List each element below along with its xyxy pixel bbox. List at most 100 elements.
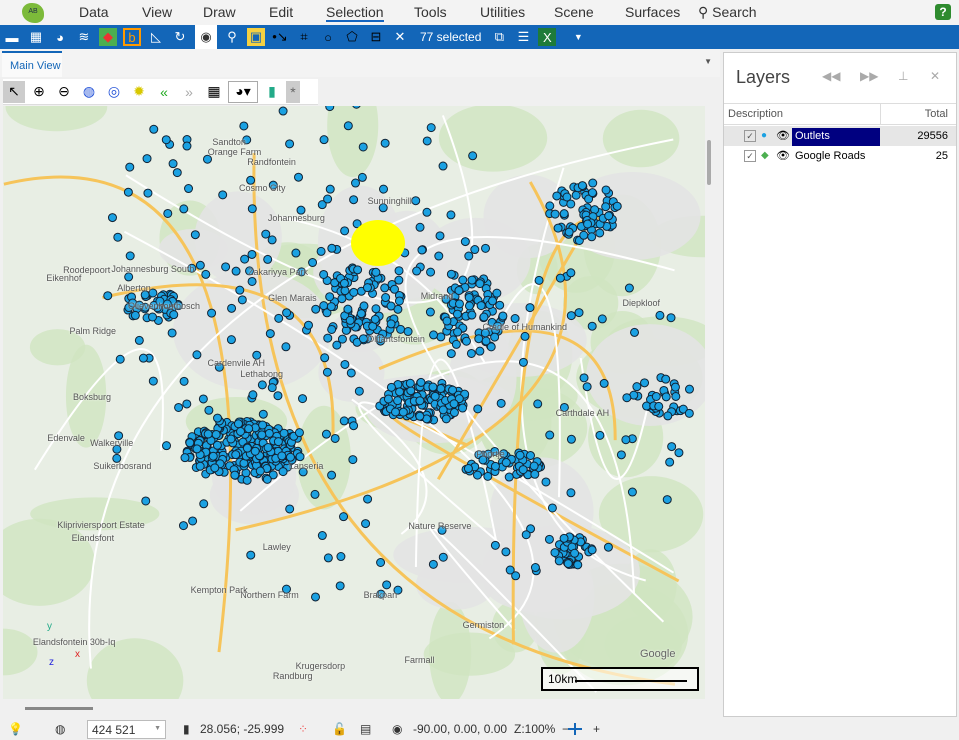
layer-visibility-checkbox[interactable]: ✓ xyxy=(744,150,756,162)
map-vertical-scrollbar[interactable] xyxy=(707,140,711,185)
select-circle-icon[interactable]: ○ xyxy=(319,28,337,46)
menu-scene[interactable]: Scene xyxy=(554,4,594,20)
measure-icon[interactable]: ◺ xyxy=(147,28,165,46)
zoom-in-button[interactable]: + xyxy=(593,722,600,736)
map-label: Midrand xyxy=(420,290,454,301)
tab-dropdown-icon[interactable]: ▼ xyxy=(704,57,712,66)
theme-picker-icon[interactable]: ◕▾ xyxy=(228,80,258,103)
outlet-point xyxy=(438,552,448,562)
next-view-icon[interactable]: » xyxy=(178,81,200,103)
zoom-slider[interactable] xyxy=(568,723,588,735)
google-maps-icon[interactable]: ◆ xyxy=(99,28,117,46)
globe-icon[interactable]: ◉ xyxy=(195,25,217,49)
park-area xyxy=(86,638,184,699)
menu-tools[interactable]: Tools xyxy=(414,4,447,20)
outlet-point xyxy=(624,283,634,293)
grid-icon[interactable]: ▦ xyxy=(203,81,225,103)
outlet-point xyxy=(274,313,284,323)
outlet-point xyxy=(430,391,440,401)
bing-icon[interactable]: b xyxy=(123,28,141,46)
park-area xyxy=(5,106,108,132)
world-icon[interactable]: ◍ xyxy=(78,81,100,103)
select-point-icon[interactable]: •↘ xyxy=(271,28,289,46)
menu-data[interactable]: Data xyxy=(79,4,109,20)
previous-view-icon[interactable]: « xyxy=(153,81,175,103)
menu-search[interactable]: ⚲ Search xyxy=(698,4,757,21)
bookmark-icon[interactable]: ▮ xyxy=(261,81,283,103)
pin-icon[interactable]: ⚲ xyxy=(223,28,241,46)
panel-title: Layers xyxy=(736,67,791,87)
menu-view[interactable]: View xyxy=(142,4,172,20)
settings-gear-icon[interactable]: ✹ xyxy=(128,81,150,103)
menu-draw[interactable]: Draw xyxy=(203,4,236,20)
pointer-icon[interactable]: ↖ xyxy=(3,80,25,103)
map-label: Johannesburg xyxy=(267,213,325,224)
map-label: Sandton xyxy=(212,136,246,147)
outlet-point xyxy=(323,553,333,563)
outlet-point xyxy=(394,266,404,276)
globe-status-icon[interactable]: ◍ xyxy=(55,722,65,736)
outlet-point xyxy=(103,291,113,301)
notes-icon[interactable]: ▤ xyxy=(360,722,371,736)
palette-icon[interactable]: ◕ xyxy=(51,28,69,46)
close-panel-icon[interactable]: ✕ xyxy=(930,69,940,83)
world-extent-icon[interactable]: ◎ xyxy=(103,81,125,103)
outlet-point xyxy=(422,207,432,217)
col-description[interactable]: Description xyxy=(728,108,783,120)
folder-icon[interactable]: ▬ xyxy=(3,28,21,46)
report-icon[interactable]: ▦ xyxy=(27,28,45,46)
layers-icon[interactable]: ≋ xyxy=(75,28,93,46)
outlet-point xyxy=(242,475,252,485)
menu-utilities[interactable]: Utilities xyxy=(480,4,525,20)
zoom-in-icon[interactable]: ⊕ xyxy=(28,81,50,103)
eye-icon[interactable]: 👁 xyxy=(776,129,790,142)
outlet-point xyxy=(449,399,459,409)
outlet-point xyxy=(198,394,208,404)
map-label: Cradle of Humankind xyxy=(482,321,567,332)
tab-main-view[interactable]: Main View xyxy=(2,51,62,77)
scale-input[interactable]: 424 521 ▼ xyxy=(87,720,166,739)
route-icon[interactable]: ↻ xyxy=(171,28,189,46)
layer-row-outlets[interactable]: ✓ ● 👁 Outlets 29556 xyxy=(724,126,956,146)
first-icon[interactable]: ◀◀ xyxy=(822,69,840,83)
clear-selection-icon[interactable]: ✕ xyxy=(391,28,409,46)
lock-icon[interactable]: 🔓 xyxy=(332,722,347,736)
map-label: Johannesburg South xyxy=(111,264,195,275)
outlet-point xyxy=(123,187,133,197)
deselect-rect-icon[interactable]: ⊟ xyxy=(367,28,385,46)
excel-export-icon[interactable]: X xyxy=(538,28,557,46)
zoom-to-selection-icon[interactable]: ⧉ xyxy=(490,28,508,46)
zoom-out-icon[interactable]: ⊖ xyxy=(53,81,75,103)
extra-tool-icon[interactable]: * xyxy=(286,80,300,103)
table-icon[interactable]: ☰ xyxy=(514,28,532,46)
outlet-point xyxy=(475,346,485,356)
tip-bulb-icon[interactable]: 💡 xyxy=(8,722,23,736)
map-horizontal-scrollbar[interactable] xyxy=(25,707,93,710)
pin-panel-icon[interactable]: ⊥ xyxy=(898,69,908,83)
outlet-point xyxy=(192,444,202,454)
outlet-point xyxy=(294,172,304,182)
layer-visibility-checkbox[interactable]: ✓ xyxy=(744,130,756,142)
eye-icon[interactable]: 👁 xyxy=(776,149,790,162)
select-rect-icon[interactable]: ⌗ xyxy=(295,28,313,46)
outlet-point xyxy=(579,373,589,383)
frame-icon[interactable]: ▣ xyxy=(247,28,265,46)
last-icon[interactable]: ▶▶ xyxy=(860,69,878,83)
layer-row-google-roads[interactable]: ✓ ◆ 👁 Google Roads 25 xyxy=(724,146,956,166)
outlet-point xyxy=(468,151,478,161)
select-polygon-icon[interactable]: ⬠ xyxy=(343,28,361,46)
color-dots-icon[interactable]: ⁘ xyxy=(298,722,308,736)
app-logo[interactable]: AB xyxy=(22,2,44,23)
outlet-point xyxy=(263,254,273,264)
outlet-point xyxy=(577,181,587,191)
menu-selection[interactable]: Selection xyxy=(326,4,384,22)
toolbar-overflow-icon[interactable]: ▼ xyxy=(569,28,587,46)
outlet-point xyxy=(233,419,243,429)
col-total[interactable]: Total xyxy=(925,108,948,120)
menu-edit[interactable]: Edit xyxy=(269,4,293,20)
map-canvas[interactable]: Cradle of Humankind Midrand Olifantsfontei… xyxy=(3,106,705,699)
help-icon[interactable]: ? xyxy=(935,4,951,20)
outlet-point xyxy=(488,296,498,306)
menu-surfaces[interactable]: Surfaces xyxy=(625,4,680,20)
outlet-point xyxy=(640,378,650,388)
